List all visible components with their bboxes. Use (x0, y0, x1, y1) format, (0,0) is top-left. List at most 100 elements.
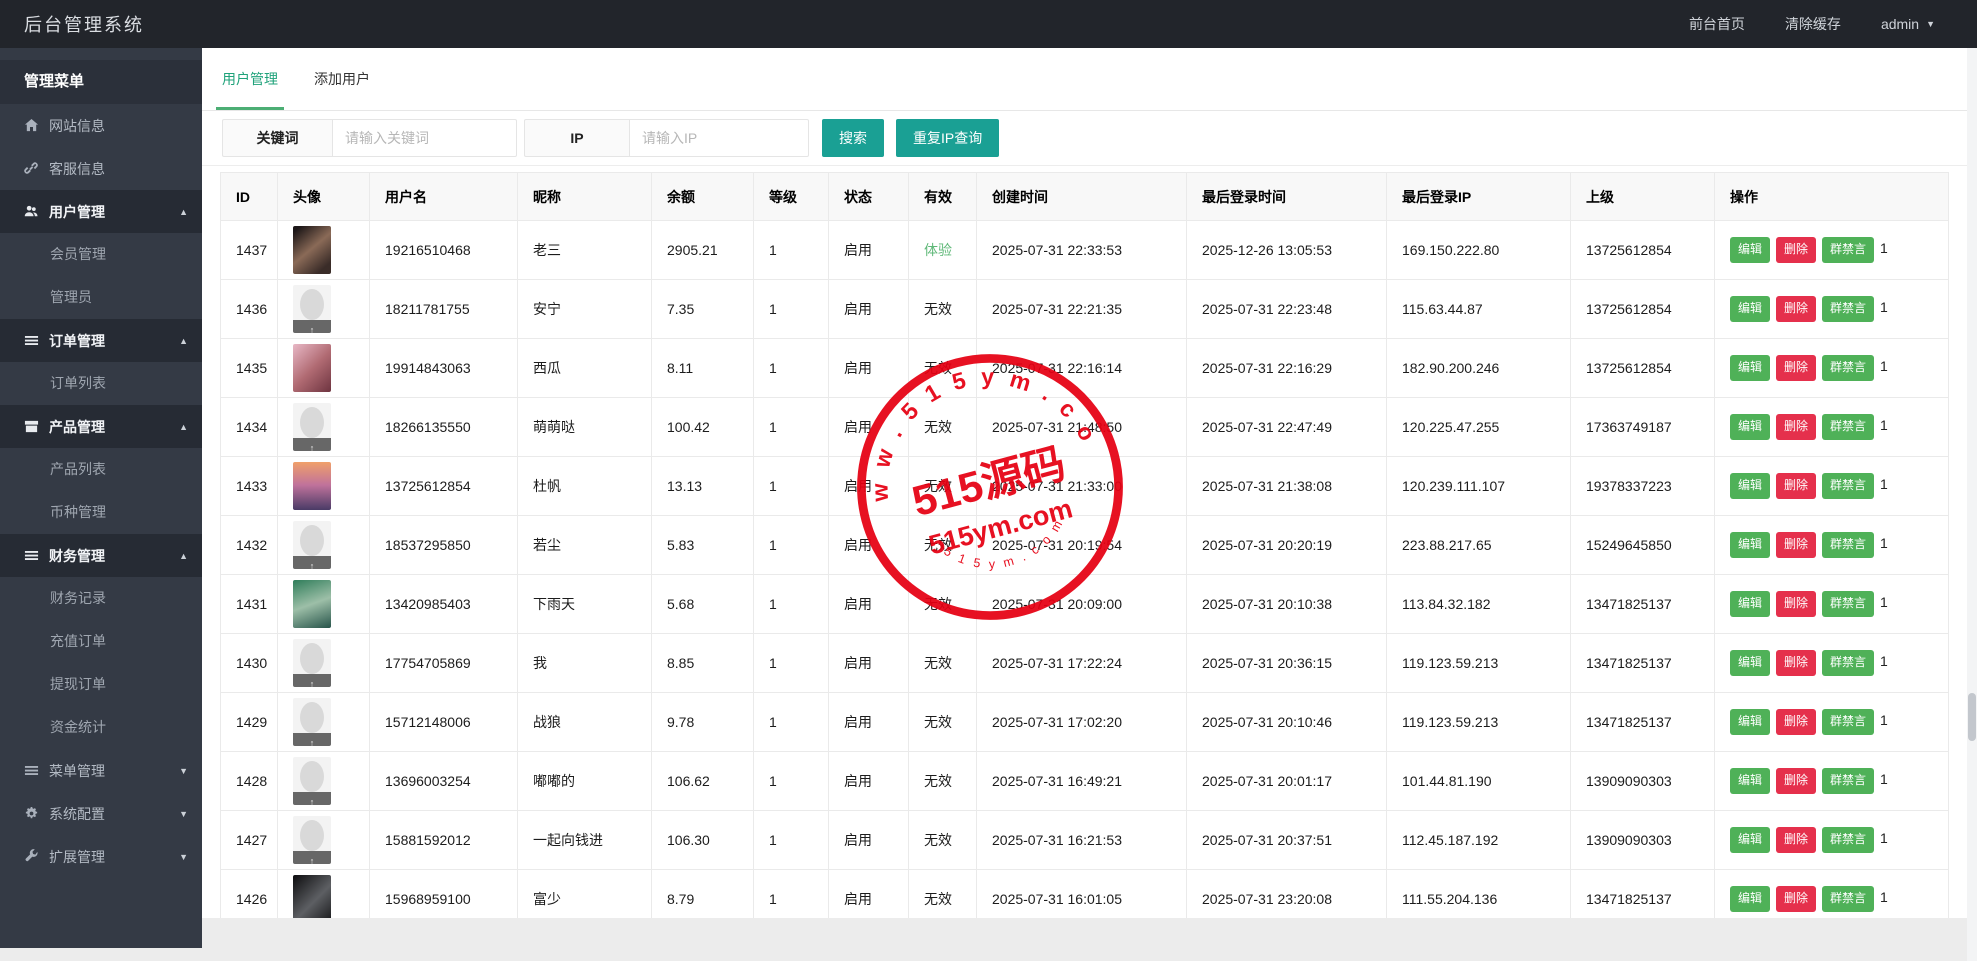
delete-button[interactable]: 删除 (1776, 768, 1817, 794)
delete-button[interactable]: 删除 (1776, 414, 1817, 440)
cell-last_ip: 112.45.187.192 (1386, 810, 1571, 870)
cell-nickname: 安宁 (517, 279, 652, 339)
cell-valid: 无效 (908, 751, 977, 811)
delete-button[interactable]: 删除 (1776, 532, 1817, 558)
sidebar-subitem[interactable]: 资金统计 (0, 706, 202, 749)
mute-button[interactable]: 群禁言 (1822, 414, 1875, 440)
sidebar-item-2[interactable]: 用户管理 ▲ (0, 190, 202, 233)
edit-button[interactable]: 编辑 (1730, 355, 1771, 381)
edit-button[interactable]: 编辑 (1730, 532, 1771, 558)
delete-button[interactable]: 删除 (1776, 709, 1817, 735)
cell-avatar (277, 220, 370, 280)
delete-button[interactable]: 删除 (1776, 886, 1817, 912)
group-count: 1 (1880, 889, 1888, 906)
cell-username: 13725612854 (369, 456, 518, 516)
table-row: 1430 ↑ 17754705869 我 8.85 1 启用 无效 2025-07-31 17:… (220, 633, 1949, 693)
sidebar-item-label: 用户管理 (49, 203, 105, 220)
cell-balance: 106.30 (651, 810, 754, 870)
delete-button[interactable]: 删除 (1776, 591, 1817, 617)
cell-parent: 17363749187 (1570, 397, 1715, 457)
upload-icon: ↑ (309, 738, 315, 746)
cell-balance: 13.13 (651, 456, 754, 516)
delete-button[interactable]: 删除 (1776, 473, 1817, 499)
edit-button[interactable]: 编辑 (1730, 650, 1771, 676)
tab-user-management[interactable]: 用户管理 (216, 48, 284, 110)
sidebar-subitem[interactable]: 会员管理 (0, 233, 202, 276)
delete-button[interactable]: 删除 (1776, 296, 1817, 322)
cell-nickname: 西瓜 (517, 338, 652, 398)
mute-button[interactable]: 群禁言 (1822, 709, 1875, 735)
mute-button[interactable]: 群禁言 (1822, 473, 1875, 499)
main-content: 用户管理 添加用户 关键词 IP 搜索 重复IP查询 (202, 48, 1967, 918)
clear-cache-link[interactable]: 清除缓存 (1785, 14, 1841, 34)
cell-actions: 编辑 删除 群禁言 1 (1714, 456, 1949, 516)
mute-button[interactable]: 群禁言 (1822, 768, 1875, 794)
ip-input[interactable] (629, 119, 809, 157)
mute-button[interactable]: 群禁言 (1822, 532, 1875, 558)
edit-button[interactable]: 编辑 (1730, 886, 1771, 912)
sidebar-item-4[interactable]: 产品管理 ▲ (0, 405, 202, 448)
cell-status: 启用 (828, 397, 909, 457)
duplicate-ip-button[interactable]: 重复IP查询 (896, 119, 1000, 157)
scrollbar-thumb[interactable] (1968, 693, 1976, 741)
delete-button[interactable]: 删除 (1776, 827, 1817, 853)
home-icon (24, 118, 39, 133)
cell-valid: 体验 (908, 220, 977, 280)
cell-actions: 编辑 删除 群禁言 1 (1714, 279, 1949, 339)
sidebar-subitem[interactable]: 充值订单 (0, 620, 202, 663)
user-avatar-photo (293, 344, 331, 392)
mute-button[interactable]: 群禁言 (1822, 296, 1875, 322)
sidebar-subitem[interactable]: 管理员 (0, 276, 202, 319)
mute-button[interactable]: 群禁言 (1822, 886, 1875, 912)
keyword-input[interactable] (332, 119, 517, 157)
topbar-right: 前台首页 清除缓存 admin ▼ (1689, 14, 1977, 34)
delete-button[interactable]: 删除 (1776, 237, 1817, 263)
sidebar-item-7[interactable]: 系统配置 ▼ (0, 792, 202, 835)
sidebar-item-5[interactable]: 财务管理 ▲ (0, 534, 202, 577)
edit-button[interactable]: 编辑 (1730, 296, 1771, 322)
user-menu[interactable]: admin ▼ (1881, 16, 1935, 32)
edit-button[interactable]: 编辑 (1730, 709, 1771, 735)
search-button[interactable]: 搜索 (822, 119, 884, 157)
frontend-home-link[interactable]: 前台首页 (1689, 14, 1745, 34)
sidebar-item-6[interactable]: 菜单管理 ▼ (0, 749, 202, 792)
mute-button[interactable]: 群禁言 (1822, 237, 1875, 263)
edit-button[interactable]: 编辑 (1730, 414, 1771, 440)
default-avatar: ↑ (293, 403, 331, 451)
cell-created: 2025-07-31 21:33:00 (976, 456, 1187, 516)
mute-button[interactable]: 群禁言 (1822, 355, 1875, 381)
menu-icon (24, 763, 39, 778)
sidebar-item-8[interactable]: 扩展管理 ▼ (0, 835, 202, 878)
cell-level: 1 (753, 338, 829, 398)
default-avatar: ↑ (293, 698, 331, 746)
cell-level: 1 (753, 456, 829, 516)
sidebar-item-0[interactable]: 网站信息 (0, 104, 202, 147)
sidebar-item-3[interactable]: 订单管理 ▲ (0, 319, 202, 362)
link-icon (24, 161, 39, 176)
edit-button[interactable]: 编辑 (1730, 473, 1771, 499)
mute-button[interactable]: 群禁言 (1822, 591, 1875, 617)
delete-button[interactable]: 删除 (1776, 650, 1817, 676)
cell-balance: 106.62 (651, 751, 754, 811)
valid-status: 无效 (924, 596, 952, 612)
sidebar-item-1[interactable]: 客服信息 (0, 147, 202, 190)
edit-button[interactable]: 编辑 (1730, 827, 1771, 853)
sidebar-subitem[interactable]: 财务记录 (0, 577, 202, 620)
delete-button[interactable]: 删除 (1776, 355, 1817, 381)
cell-actions: 编辑 删除 群禁言 1 (1714, 869, 1949, 918)
edit-button[interactable]: 编辑 (1730, 237, 1771, 263)
chevron-up-icon: ▲ (179, 335, 188, 346)
sidebar-subitem[interactable]: 订单列表 (0, 362, 202, 405)
sidebar-subitem[interactable]: 提现订单 (0, 663, 202, 706)
edit-button[interactable]: 编辑 (1730, 768, 1771, 794)
table-header-cell: ID (220, 172, 278, 221)
mute-button[interactable]: 群禁言 (1822, 827, 1875, 853)
edit-button[interactable]: 编辑 (1730, 591, 1771, 617)
mute-button[interactable]: 群禁言 (1822, 650, 1875, 676)
sidebar-subitem[interactable]: 产品列表 (0, 448, 202, 491)
upload-icon: ↑ (309, 561, 315, 569)
sidebar-subitem[interactable]: 币种管理 (0, 491, 202, 534)
valid-status[interactable]: 体验 (924, 242, 952, 258)
tab-add-user[interactable]: 添加用户 (314, 48, 370, 110)
cell-valid: 无效 (908, 279, 977, 339)
